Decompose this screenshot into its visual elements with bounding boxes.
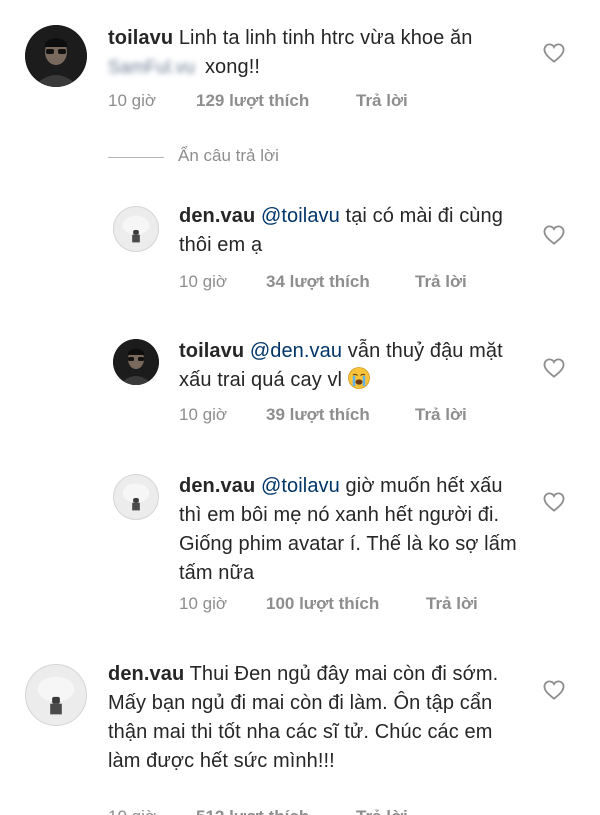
avatar[interactable] <box>25 25 87 87</box>
reply-toilavu-1: toilavu @den.vau vẫn thuỷ đậu mặt xấu tr… <box>0 325 600 440</box>
avatar[interactable] <box>113 206 159 252</box>
comment-text: den.vau @toilavu tại có mài đi cùng thôi… <box>179 202 529 260</box>
mention-link[interactable]: @toilavu <box>261 205 340 227</box>
comment-time: 10 giờ <box>179 272 228 291</box>
like-count[interactable]: 129 lượt thích <box>196 91 309 111</box>
comment-den-vau: den.vau Thui Đen ngủ đây mai còn đi sớm.… <box>0 650 600 815</box>
like-count[interactable]: 512 lượt thích <box>196 807 309 815</box>
reply-button[interactable]: Trả lời <box>415 272 467 292</box>
like-heart-icon[interactable] <box>543 225 565 245</box>
divider-line <box>108 157 164 158</box>
avatar[interactable] <box>113 339 159 385</box>
comment-body-line1: Linh ta linh tinh htrc vừa khoe ăn <box>178 27 473 49</box>
comment-time: 10 giờ <box>108 91 157 110</box>
like-count[interactable]: 100 lượt thích <box>266 594 379 614</box>
comment-username[interactable]: den.vau <box>179 205 255 227</box>
mention-link[interactable]: @den.vau <box>250 340 342 362</box>
comment-time: 10 giờ <box>179 405 228 424</box>
reply-den-vau-1: den.vau @toilavu tại có mài đi cùng thôi… <box>0 190 600 305</box>
comment-time: 10 giờ <box>179 594 228 613</box>
comment-username[interactable]: den.vau <box>108 663 184 685</box>
comment-body-line2: xong!! <box>204 56 261 78</box>
crying-face-emoji <box>347 367 370 389</box>
comment-text: den.vau @toilavu giờ muốn hết xấu thì em… <box>179 472 529 588</box>
comment-username[interactable]: toilavu <box>179 340 244 362</box>
comment-text: toilavu Linh ta linh tinh htrc vừa khoe … <box>108 24 528 82</box>
reply-button[interactable]: Trả lời <box>426 594 478 614</box>
comment-text: den.vau Thui Đen ngủ đây mai còn đi sớm.… <box>108 660 508 776</box>
avatar[interactable] <box>25 664 87 726</box>
like-heart-icon[interactable] <box>543 358 565 378</box>
like-heart-icon[interactable] <box>543 492 565 512</box>
reply-button[interactable]: Trả lời <box>356 807 408 815</box>
like-count[interactable]: 34 lượt thích <box>266 272 370 292</box>
reply-button[interactable]: Trả lời <box>356 91 408 111</box>
comment-time: 10 giờ <box>108 807 156 815</box>
comment-toilavu-1: toilavu Linh ta linh tinh htrc vừa khoe … <box>0 0 600 140</box>
like-heart-icon[interactable] <box>543 43 565 63</box>
comment-text: toilavu @den.vau vẫn thuỷ đậu mặt xấu tr… <box>179 337 529 395</box>
avatar[interactable] <box>113 474 159 520</box>
reply-den-vau-2: den.vau @toilavu giờ muốn hết xấu thì em… <box>0 460 600 630</box>
like-count[interactable]: 39 lượt thích <box>266 405 370 425</box>
reply-button[interactable]: Trả lời <box>415 405 467 425</box>
comment-username[interactable]: toilavu <box>108 27 173 49</box>
mention-link[interactable]: @toilavu <box>261 475 340 497</box>
hide-replies-label[interactable]: Ẩn câu trả lời <box>178 146 279 166</box>
comment-username[interactable]: den.vau <box>179 475 255 497</box>
like-heart-icon[interactable] <box>543 680 565 700</box>
blurred-handle: SamFul.vu <box>108 57 195 77</box>
